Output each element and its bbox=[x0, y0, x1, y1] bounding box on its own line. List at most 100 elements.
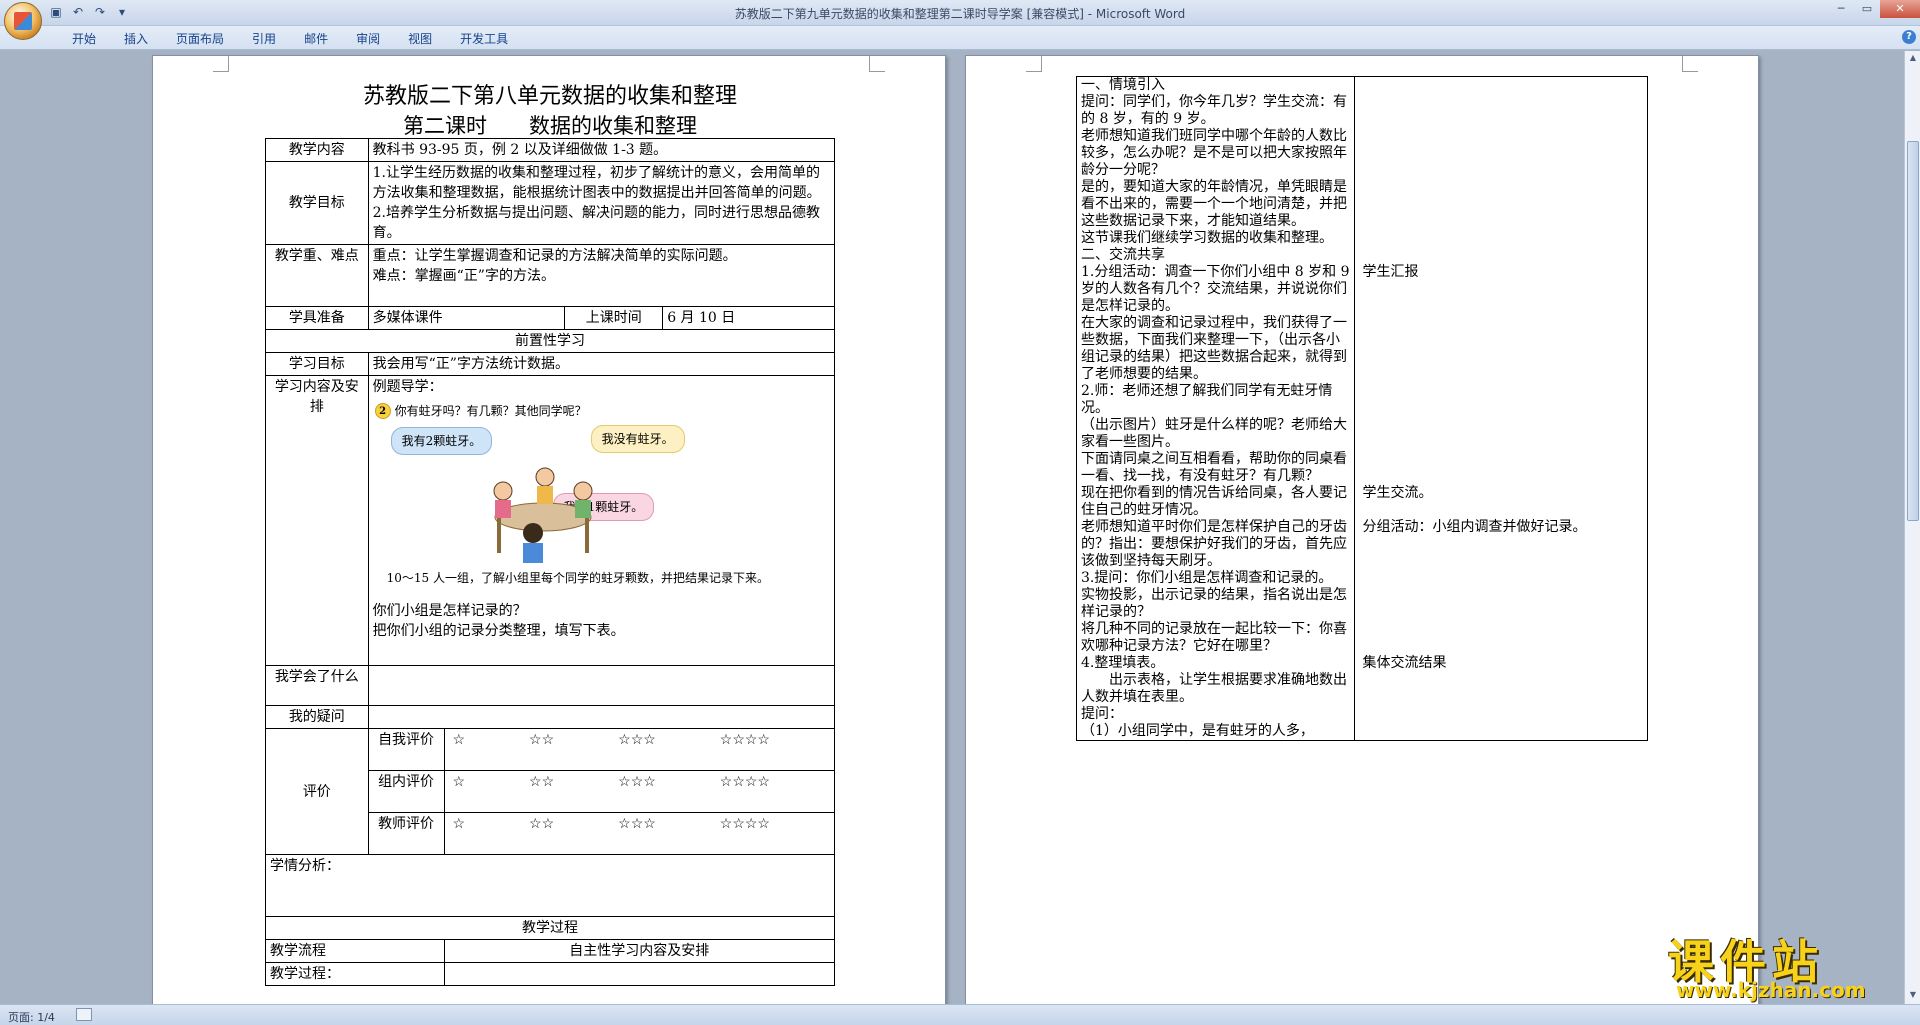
tab-view[interactable]: 视图 bbox=[394, 30, 446, 48]
student-activity-text bbox=[1353, 383, 1649, 417]
table-row: 2.师：老师还想了解我们同学有无蛀牙情况。 bbox=[1076, 383, 1649, 417]
process-step-text: 2.师：老师还想了解我们同学有无蛀牙情况。 bbox=[1076, 383, 1355, 417]
star-rating-1[interactable]: ☆ bbox=[453, 814, 466, 834]
status-bar: 页面: 1/4 bbox=[0, 1004, 1920, 1025]
tab-mailings[interactable]: 邮件 bbox=[290, 30, 342, 48]
student-activity-text bbox=[1353, 315, 1649, 383]
table-row: 一、情境引入 bbox=[1076, 76, 1649, 94]
table-row: （1）小组同学中，是有蛀牙的人多， bbox=[1076, 723, 1649, 741]
cell-label: 教学过程： bbox=[265, 962, 445, 986]
table-row: 提问： bbox=[1076, 706, 1649, 723]
student-activity-text bbox=[1353, 451, 1649, 485]
process-step-text: 提问：同学们，你今年几岁？学生交流：有的 8 岁，有的 9 岁。 bbox=[1076, 94, 1355, 128]
table-row: 1.分组活动：调查一下你们小组中 8 岁和 9 岁的人数各有几个？交流结果，并说… bbox=[1076, 264, 1649, 315]
example-heading: 例题导学： bbox=[372, 379, 443, 395]
process-step-text: 1.分组活动：调查一下你们小组中 8 岁和 9 岁的人数各有几个？交流结果，并说… bbox=[1076, 264, 1355, 315]
table-row: 教学重、难点 重点：让学生掌握调查和记录的方法解决简单的实际问题。 难点：掌握画… bbox=[265, 244, 836, 307]
table-row: 评价 自我评价 ☆ ☆☆ ☆☆☆ ☆☆☆☆ bbox=[265, 728, 835, 855]
ask-text-2: 把你们小组的记录分类整理，填写下表。 bbox=[372, 623, 625, 639]
question-text: 你有蛀牙吗？有几颗？其他同学呢？ bbox=[394, 404, 587, 418]
student-activity-text: 集体交流结果 bbox=[1353, 655, 1649, 672]
star-rating-2[interactable]: ☆☆ bbox=[529, 772, 554, 792]
document-page-2: 一、情境引入 提问：同学们，你今年几岁？学生交流：有的 8 岁，有的 9 岁。 老师… bbox=[965, 55, 1759, 1004]
student-activity-text bbox=[1353, 128, 1649, 179]
scroll-thumb[interactable] bbox=[1907, 141, 1919, 521]
student-activity-text bbox=[1353, 76, 1649, 94]
window-title: 苏教版二下第九单元数据的收集和整理第二课时导学案 [兼容模式] - Micros… bbox=[734, 7, 1186, 21]
tab-review[interactable]: 审阅 bbox=[342, 30, 394, 48]
children-table-icon bbox=[493, 467, 593, 563]
analysis-cell: 学情分析： bbox=[265, 854, 835, 917]
difficulty-text: 难点：掌握画“正”字的方法。 bbox=[372, 268, 555, 284]
scroll-up-icon[interactable]: ▲ bbox=[1907, 53, 1919, 65]
cell-label: 上课时间 bbox=[564, 306, 664, 330]
window-controls: ─ ▭ ✕ bbox=[1828, 0, 1920, 18]
cell-label: 教学目标 bbox=[265, 161, 369, 245]
process-step-text: 现在把你看到的情况告诉给同桌，各人要记住自己的蛀牙情况。 bbox=[1076, 485, 1355, 519]
star-rating-1[interactable]: ☆ bbox=[453, 730, 466, 750]
proofing-icon[interactable] bbox=[76, 1008, 92, 1021]
cell-value: 例题导学： 2 你有蛀牙吗？有几颗？其他同学呢？ 我有2颗蛀牙。 我没有蛀牙。 我… bbox=[367, 375, 836, 666]
star-rating-3[interactable]: ☆☆☆ bbox=[618, 730, 656, 750]
student-activity-text bbox=[1353, 621, 1649, 655]
star-rating-4[interactable]: ☆☆☆☆ bbox=[720, 772, 770, 792]
star-rating-2[interactable]: ☆☆ bbox=[529, 814, 554, 834]
speech-bubble: 我有2颗蛀牙。 bbox=[390, 427, 493, 455]
cell-value: 1.让学生经历数据的收集和整理过程，初步了解统计的意义，会用简单的方法收集和整理… bbox=[367, 161, 836, 245]
document-page-1: 苏教版二下第八单元数据的收集和整理 第二课时 数据的收集和整理 教学内容 教科书… bbox=[152, 55, 946, 1004]
cell-label: 评价 bbox=[265, 728, 369, 855]
student-activity-text bbox=[1353, 179, 1649, 230]
student-activity-text: 学生交流。 bbox=[1353, 485, 1649, 519]
star-rating-3[interactable]: ☆☆☆ bbox=[618, 772, 656, 792]
student-activity-text bbox=[1353, 672, 1649, 706]
process-step-text: 一、情境引入 bbox=[1076, 76, 1355, 94]
help-icon[interactable]: ? bbox=[1902, 30, 1916, 44]
table-row: 学习目标 我会用写“正”字方法统计数据。 bbox=[265, 352, 836, 376]
table-row: 这节课我们继续学习数据的收集和整理。 bbox=[1076, 230, 1649, 247]
process-step-text: 在大家的调查和记录过程中，我们获得了一些数据，下面我们来整理一下，（出示各小组记… bbox=[1076, 315, 1355, 383]
table-row: 将几种不同的记录放在一起比较一下：你喜欢哪种记录方法？它好在哪里？ bbox=[1076, 621, 1649, 655]
scroll-down-icon[interactable]: ▼ bbox=[1907, 990, 1919, 1002]
crop-mark bbox=[1682, 56, 1698, 72]
office-button[interactable] bbox=[4, 2, 42, 40]
tab-insert[interactable]: 插入 bbox=[110, 30, 162, 48]
speech-bubble: 我没有蛀牙。 bbox=[590, 425, 685, 453]
star-rating-4[interactable]: ☆☆☆☆ bbox=[720, 814, 770, 834]
student-activity-text bbox=[1353, 94, 1649, 128]
vertical-scrollbar[interactable]: ▲ ▼ bbox=[1904, 51, 1920, 1004]
crop-mark bbox=[1026, 56, 1042, 72]
close-icon[interactable]: ✕ bbox=[1880, 0, 1920, 18]
star-rating-4[interactable]: ☆☆☆☆ bbox=[720, 730, 770, 750]
doc-subtitle: 第二课时 数据的收集和整理 bbox=[403, 114, 697, 138]
question-line: 2 你有蛀牙吗？有几颗？其他同学呢？ bbox=[374, 401, 587, 421]
table-row: 是的，要知道大家的年龄情况，单凭眼睛是看不出来的，需要一个一个地问清楚，并把这些… bbox=[1076, 179, 1649, 230]
activity-caption: 10～15 人一组，了解小组里每个同学的蛀牙颗数，并把结果记录下来。 bbox=[386, 571, 769, 585]
tab-developer[interactable]: 开发工具 bbox=[446, 30, 522, 48]
process-step-text: 4.整理填表。 bbox=[1076, 655, 1355, 672]
page-count[interactable]: 页面: 1/4 bbox=[8, 1009, 55, 1025]
table-row: 教学过程： bbox=[265, 962, 835, 986]
student-activity-text bbox=[1353, 706, 1649, 723]
cell-label: 学习内容及安排 bbox=[265, 375, 369, 666]
minimize-icon[interactable]: ─ bbox=[1828, 0, 1854, 18]
cell-label: 组内评价 bbox=[367, 770, 445, 813]
doc-title: 苏教版二下第八单元数据的收集和整理 bbox=[362, 84, 737, 109]
tab-page-layout[interactable]: 页面布局 bbox=[162, 30, 238, 48]
tab-references[interactable]: 引用 bbox=[238, 30, 290, 48]
table-row: 老师想知道平时你们是怎样保护自己的牙齿的？指出：要想保护好我们的牙齿，首先应该做… bbox=[1076, 519, 1649, 570]
star-rating-3[interactable]: ☆☆☆ bbox=[618, 814, 656, 834]
process-step-text: 这节课我们继续学习数据的收集和整理。 bbox=[1076, 230, 1355, 247]
star-rating-2[interactable]: ☆☆ bbox=[529, 730, 554, 750]
table-row: 前置性学习 bbox=[265, 329, 835, 353]
student-activity-text bbox=[1353, 723, 1649, 741]
table-row: 出示表格，让学生根据要求准确地数出人数并填在表里。 bbox=[1076, 672, 1649, 706]
tab-home[interactable]: 开始 bbox=[58, 30, 110, 48]
cell-value: 6 月 10 日 bbox=[662, 306, 835, 330]
process-step-text: 是的，要知道大家的年龄情况，单凭眼睛是看不出来的，需要一个一个地问清楚，并把这些… bbox=[1076, 179, 1355, 230]
star-rating-1[interactable]: ☆ bbox=[453, 772, 466, 792]
process-step-text: 老师想知道我们班同学中哪个年龄的人数比较多，怎么办呢？是不是可以把大家按照年龄分… bbox=[1076, 128, 1355, 179]
goal-text-1: 1.让学生经历数据的收集和整理过程，初步了解统计的意义，会用简单的方法收集和整理… bbox=[372, 165, 821, 201]
analysis-label: 学情分析： bbox=[270, 858, 340, 874]
ribbon-tabs: 开始 插入 页面布局 引用 邮件 审阅 视图 开发工具 bbox=[58, 30, 522, 48]
maximize-icon[interactable]: ▭ bbox=[1854, 0, 1880, 18]
